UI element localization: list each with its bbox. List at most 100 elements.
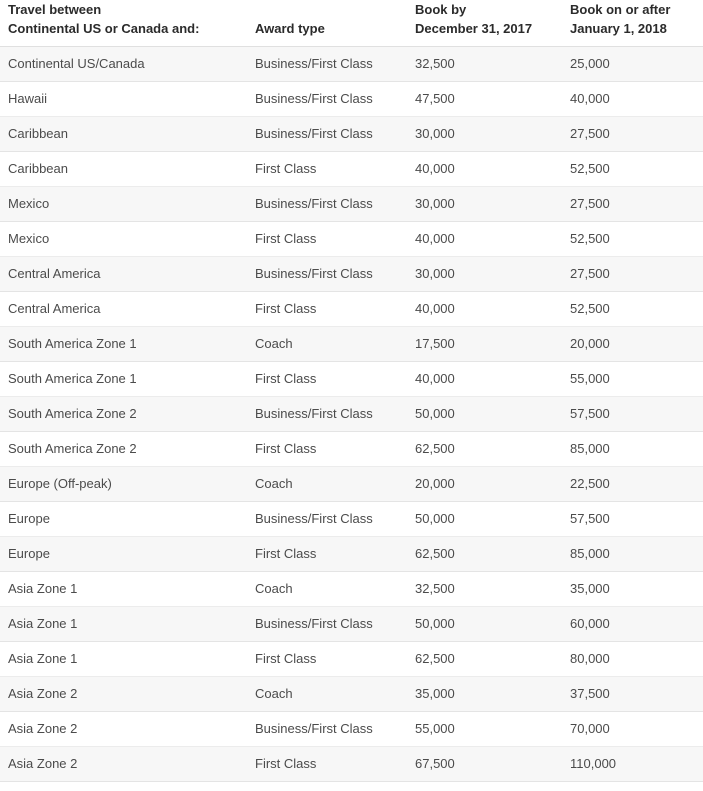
cell-book-by: 67,500 (415, 746, 570, 782)
cell-route: South America Zone 2 (0, 396, 255, 432)
column-header-book-on-or-after: Book on or after January 1, 2018 (570, 0, 703, 47)
column-header-book-after-line2: January 1, 2018 (570, 21, 667, 36)
cell-award-type: First Class (255, 361, 415, 397)
cell-book-by: 62,500 (415, 431, 570, 467)
cell-book-on-or-after: 25,000 (570, 46, 703, 82)
column-header-route-line2: Continental US or Canada and: (8, 21, 200, 36)
cell-award-type: Coach (255, 676, 415, 712)
cell-route: Central America (0, 291, 255, 327)
table-row: Central America First Class 40,000 52,500 (0, 291, 703, 327)
cell-route: Mexico (0, 221, 255, 257)
cell-route: Central America (0, 256, 255, 292)
column-header-book-after-line1: Book on or after (570, 2, 671, 17)
cell-book-on-or-after: 52,500 (570, 221, 703, 257)
cell-book-by: 30,000 (415, 116, 570, 152)
cell-book-by: 20,000 (415, 466, 570, 502)
table-row: Asia Zone 2 Business/First Class 55,000 70,… (0, 711, 703, 747)
table-header-row: Travel between Continental US or Canada … (0, 0, 703, 47)
cell-route: Caribbean (0, 151, 255, 187)
cell-book-on-or-after: 27,500 (570, 256, 703, 292)
cell-award-type: Business/First Class (255, 116, 415, 152)
column-header-book-by: Book by December 31, 2017 (415, 0, 570, 47)
cell-book-by: 55,000 (415, 711, 570, 747)
cell-award-type: First Class (255, 221, 415, 257)
cell-award-type: First Class (255, 291, 415, 327)
table-row: Asia Zone 2 First Class 67,500 110,000 (0, 746, 703, 782)
cell-book-on-or-after: 20,000 (570, 326, 703, 362)
cell-route: South America Zone 1 (0, 361, 255, 397)
cell-route: Asia Zone 2 (0, 676, 255, 712)
cell-route: Asia Zone 1 (0, 606, 255, 642)
cell-book-by: 62,500 (415, 641, 570, 677)
cell-award-type: Business/First Class (255, 256, 415, 292)
table-row: Continental US/Canada Business/First Clas… (0, 46, 703, 82)
table-row: Asia Zone 1 Coach 32,500 35,000 (0, 571, 703, 607)
cell-book-by: 62,500 (415, 536, 570, 572)
cell-award-type: First Class (255, 641, 415, 677)
cell-route: Continental US/Canada (0, 46, 255, 82)
table-header: Travel between Continental US or Canada … (0, 0, 703, 47)
cell-award-type: First Class (255, 536, 415, 572)
cell-book-on-or-after: 52,500 (570, 151, 703, 187)
cell-award-type: Coach (255, 326, 415, 362)
cell-route: Europe (0, 501, 255, 537)
table-row: South America Zone 1 First Class 40,000 55,… (0, 361, 703, 397)
cell-book-on-or-after: 70,000 (570, 711, 703, 747)
column-header-award-line2: Award type (255, 21, 325, 36)
award-mileage-table: Travel between Continental US or Canada … (0, 0, 703, 782)
cell-book-on-or-after: 85,000 (570, 431, 703, 467)
cell-award-type: Business/First Class (255, 81, 415, 117)
column-header-award-line1 (255, 0, 415, 19)
cell-book-by: 32,500 (415, 571, 570, 607)
cell-book-on-or-after: 35,000 (570, 571, 703, 607)
cell-award-type: First Class (255, 746, 415, 782)
cell-book-by: 32,500 (415, 46, 570, 82)
column-header-book-by-line1: Book by (415, 2, 467, 17)
table-row: Asia Zone 1 Business/First Class 50,000 60,… (0, 606, 703, 642)
table-row: Europe Business/First Class 50,000 57,500 (0, 501, 703, 537)
cell-book-on-or-after: 110,000 (570, 746, 703, 782)
cell-route: Europe (0, 536, 255, 572)
cell-book-by: 40,000 (415, 291, 570, 327)
cell-book-by: 50,000 (415, 501, 570, 537)
table-row: Asia Zone 1 First Class 62,500 80,000 (0, 641, 703, 677)
table-row: South America Zone 2 Business/First Class… (0, 396, 703, 432)
column-header-route: Travel between Continental US or Canada … (0, 0, 255, 47)
cell-book-on-or-after: 60,000 (570, 606, 703, 642)
cell-route: Asia Zone 1 (0, 641, 255, 677)
table-row: Europe First Class 62,500 85,000 (0, 536, 703, 572)
cell-book-by: 40,000 (415, 221, 570, 257)
table-row: Caribbean First Class 40,000 52,500 (0, 151, 703, 187)
cell-route: Hawaii (0, 81, 255, 117)
cell-book-by: 30,000 (415, 256, 570, 292)
cell-book-by: 47,500 (415, 81, 570, 117)
table-row: Central America Business/First Class 30,00… (0, 256, 703, 292)
cell-book-by: 17,500 (415, 326, 570, 362)
cell-book-by: 50,000 (415, 606, 570, 642)
cell-book-on-or-after: 37,500 (570, 676, 703, 712)
cell-book-by: 40,000 (415, 361, 570, 397)
cell-book-on-or-after: 57,500 (570, 501, 703, 537)
cell-award-type: First Class (255, 431, 415, 467)
cell-route: Asia Zone 2 (0, 711, 255, 747)
cell-award-type: Business/First Class (255, 711, 415, 747)
cell-award-type: Coach (255, 466, 415, 502)
cell-book-by: 40,000 (415, 151, 570, 187)
cell-award-type: Business/First Class (255, 46, 415, 82)
table-body: Continental US/Canada Business/First Clas… (0, 46, 703, 782)
cell-route: South America Zone 1 (0, 326, 255, 362)
table-row: Mexico Business/First Class 30,000 27,500 (0, 186, 703, 222)
cell-award-type: Coach (255, 571, 415, 607)
cell-book-on-or-after: 52,500 (570, 291, 703, 327)
cell-book-on-or-after: 40,000 (570, 81, 703, 117)
cell-award-type: Business/First Class (255, 396, 415, 432)
cell-route: Asia Zone 1 (0, 571, 255, 607)
cell-book-on-or-after: 22,500 (570, 466, 703, 502)
table-row: South America Zone 2 First Class 62,500 85,… (0, 431, 703, 467)
cell-route: Caribbean (0, 116, 255, 152)
table-row: Hawaii Business/First Class 47,500 40,000 (0, 81, 703, 117)
cell-route: Asia Zone 2 (0, 746, 255, 782)
cell-book-on-or-after: 57,500 (570, 396, 703, 432)
column-header-route-line1: Travel between (8, 2, 102, 17)
cell-book-by: 30,000 (415, 186, 570, 222)
